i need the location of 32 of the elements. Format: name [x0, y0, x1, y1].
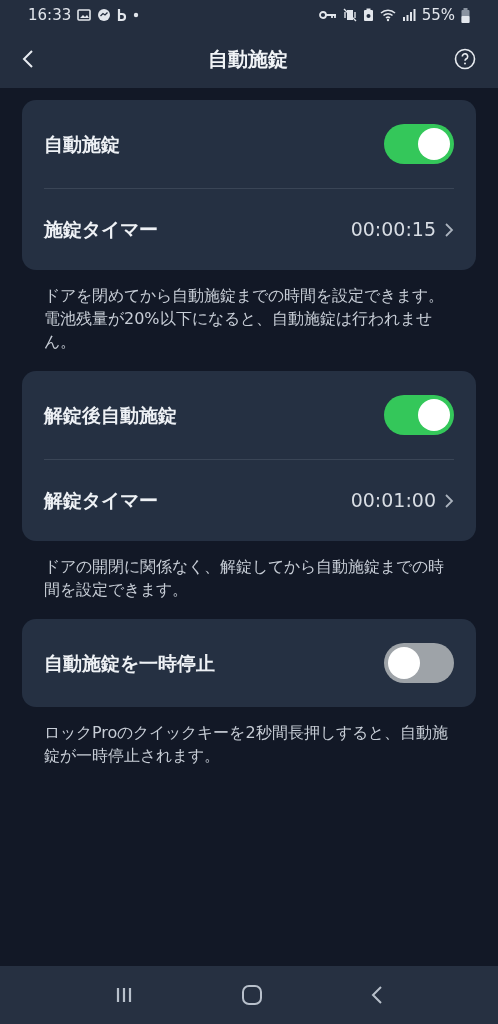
battery-icon [461, 7, 470, 23]
signal-icon [401, 9, 416, 21]
back-nav-button[interactable] [370, 985, 385, 1005]
status-time: 16:33 [28, 4, 72, 26]
chat-bubble-icon [97, 8, 112, 22]
help-text: 電池残量が20%以下になると、自動施錠は行われません。 [44, 308, 433, 353]
setting-label: 解錠タイマー [44, 488, 158, 514]
home-button[interactable] [241, 984, 263, 1006]
chevron-right-icon [444, 221, 454, 238]
timer-value[interactable]: 00:01:00 [350, 486, 436, 515]
toggle-switch[interactable] [384, 643, 454, 683]
setting-label: 自動施錠 [44, 131, 120, 157]
chevron-right-icon [444, 492, 454, 509]
help-icon[interactable] [454, 48, 476, 70]
wifi-icon [379, 8, 396, 22]
help-text: ドアの開閉に関係なく、解錠してから自動施錠までの時間を設定できます。 [44, 556, 445, 601]
setting-label: 施錠タイマー [44, 217, 158, 243]
toggle-switch[interactable] [384, 124, 454, 164]
timer-value[interactable]: 00:00:15 [350, 215, 436, 244]
key-icon [318, 10, 337, 20]
battery-percent: 55% [421, 4, 455, 26]
dot-icon [133, 12, 140, 18]
page-title: 自動施錠 [208, 46, 288, 73]
setting-label: 自動施錠を一時停止 [44, 650, 215, 676]
help-text: ドアを閉めてから自動施錠までの時間を設定できます。 [44, 285, 445, 307]
toggle-switch[interactable] [384, 395, 454, 435]
image-icon [77, 9, 92, 21]
letter-b-icon [117, 8, 128, 22]
vibrate-mute-icon [342, 8, 357, 22]
battery-saver-icon [362, 8, 374, 22]
setting-label: 解錠後自動施錠 [44, 402, 177, 428]
help-text: ロックProのクイックキーを2秒間長押しすると、自動施錠が一時停止されます。 [44, 722, 449, 767]
